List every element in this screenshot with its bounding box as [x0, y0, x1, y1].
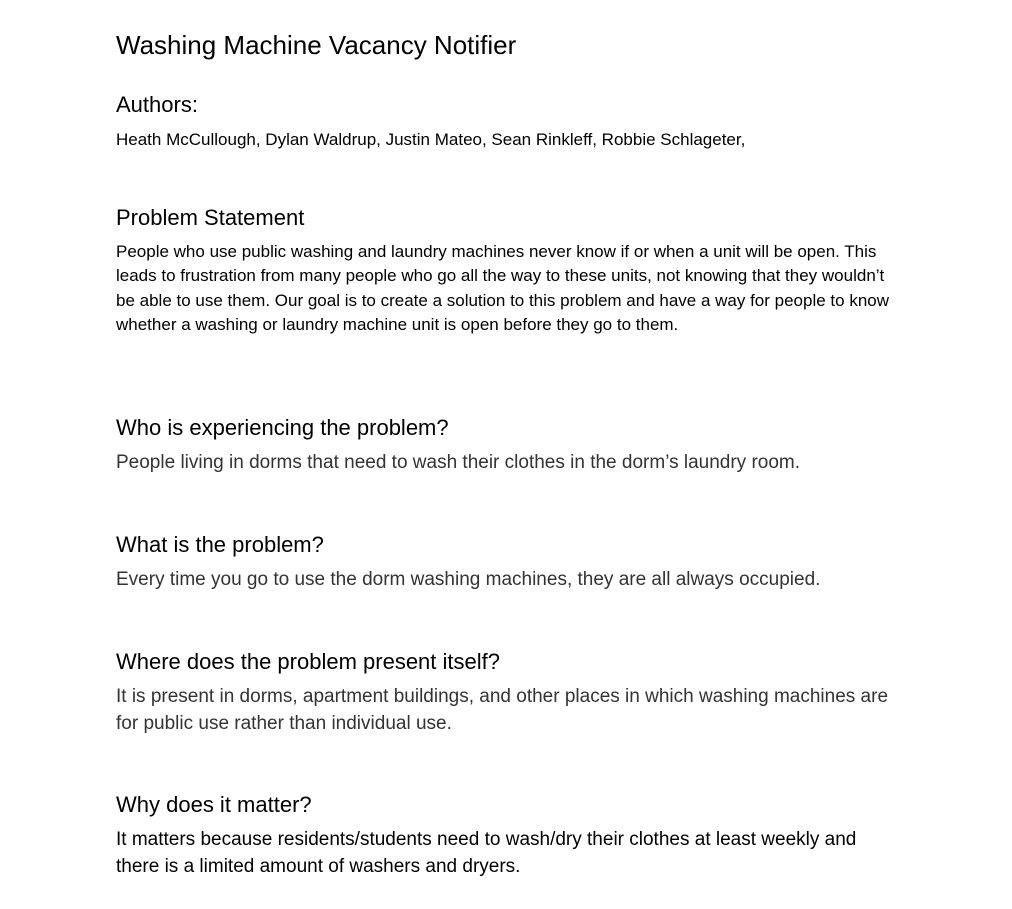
- where-heading: Where does the problem present itself?: [116, 649, 500, 674]
- where-text: It is present in dorms, apartment buildi…: [116, 686, 889, 734]
- problem-statement-heading: Problem Statement: [116, 205, 305, 230]
- who-text: People living in dorms that need to wash…: [116, 452, 801, 473]
- why-text: It matters because residents/students ne…: [116, 829, 857, 877]
- who-heading: Who is experiencing the problem?: [116, 415, 449, 440]
- problem-statement-text: People who use public washing and laundr…: [116, 242, 890, 334]
- what-text: Every time you go to use the dorm washin…: [116, 569, 821, 590]
- authors-heading: Authors:: [116, 92, 198, 117]
- authors-list: Heath McCullough, Dylan Waldrup, Justin …: [116, 130, 746, 149]
- why-heading: Why does it matter?: [116, 792, 312, 817]
- what-heading: What is the problem?: [116, 532, 324, 557]
- document-title: Washing Machine Vacancy Notifier: [116, 30, 517, 60]
